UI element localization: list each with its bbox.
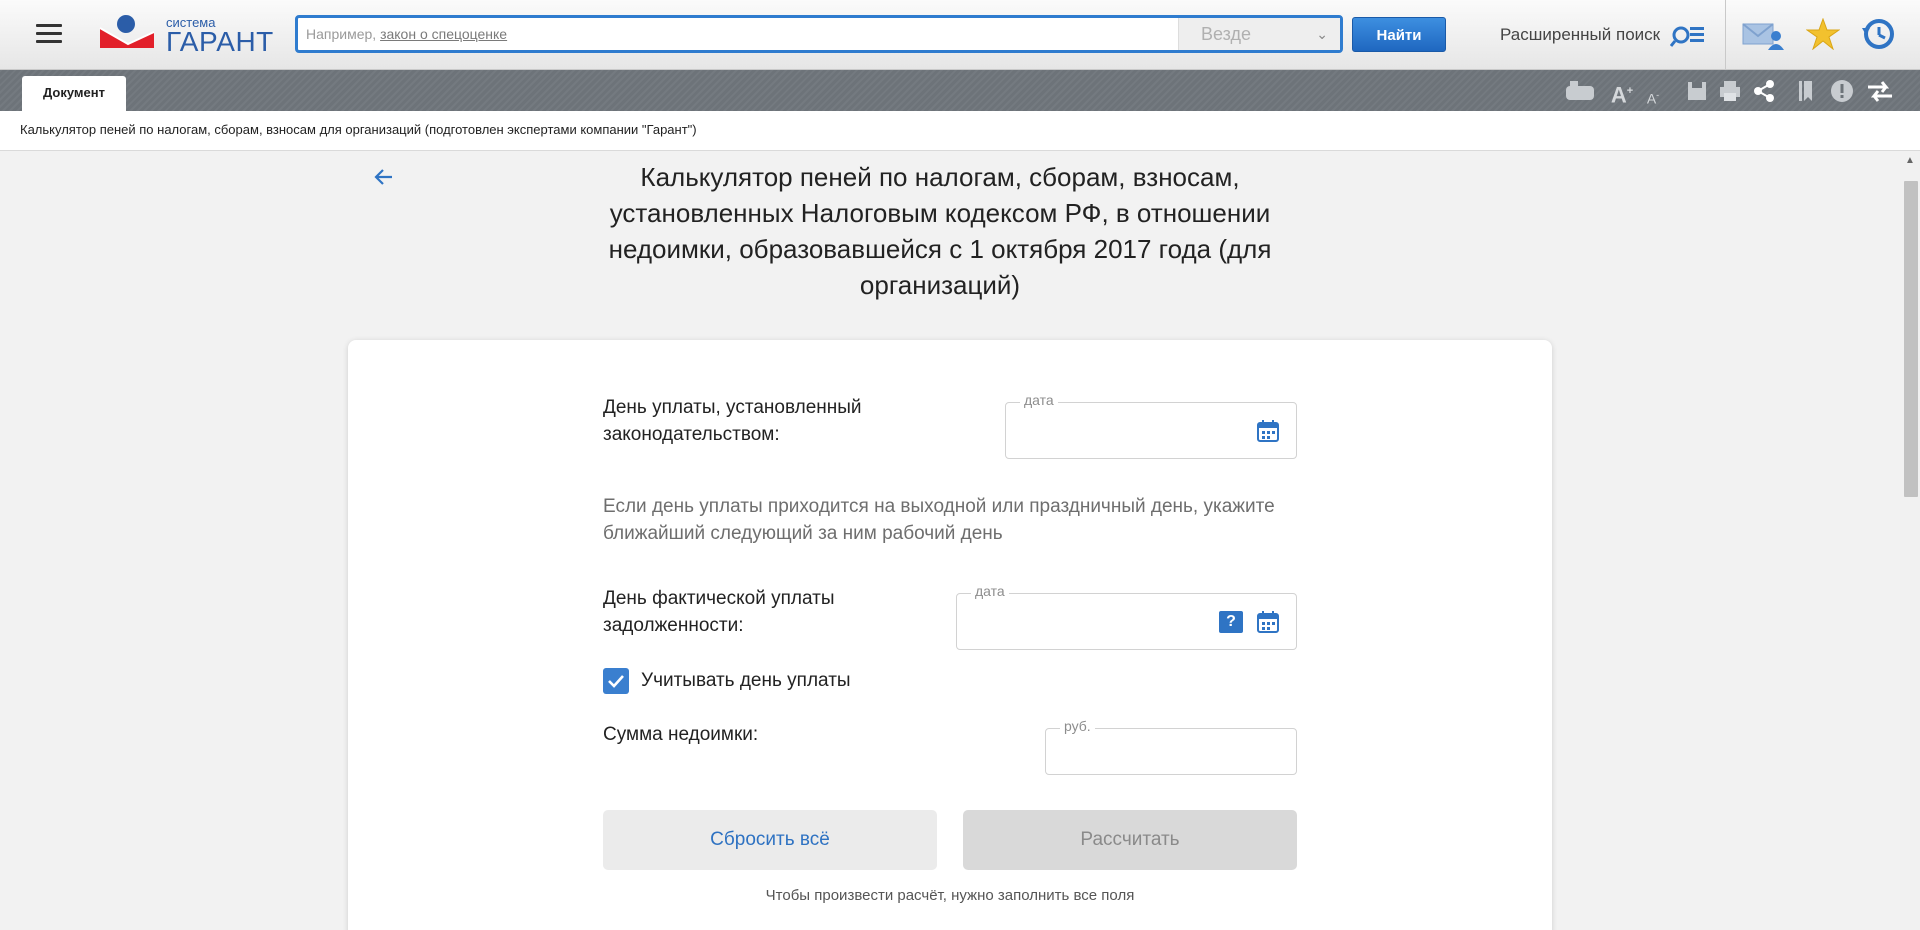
history-icon[interactable]	[1862, 18, 1896, 50]
back-arrow-icon[interactable]	[372, 165, 396, 189]
top-header: система ГАРАНТ Например, закон о спецоце…	[0, 0, 1920, 70]
advanced-search-icon[interactable]	[1670, 22, 1706, 48]
actual-date-label: День фактической уплаты задолженности:	[603, 588, 835, 636]
font-decrease-icon[interactable]: A-	[1642, 78, 1664, 107]
due-date-field[interactable]: дата	[1005, 392, 1297, 459]
calendar-icon[interactable]	[1256, 610, 1280, 634]
search-scope-value: Везде	[1201, 24, 1251, 44]
print-icon[interactable]	[1718, 78, 1742, 104]
compare-arrows-icon[interactable]	[1866, 78, 1894, 104]
arrears-field[interactable]: руб.	[1045, 718, 1297, 775]
include-pay-day-checkbox[interactable]	[603, 668, 629, 694]
chevron-down-icon: ⌄	[1316, 26, 1328, 42]
include-pay-day-label[interactable]: Учитывать день уплаты	[641, 667, 851, 694]
bookmark-icon[interactable]	[1796, 78, 1816, 104]
vertical-scrollbar[interactable]: ▲	[1900, 151, 1920, 930]
reset-all-button[interactable]: Сбросить всё	[603, 810, 937, 870]
search-scope-select[interactable]: Везде ⌄	[1178, 18, 1340, 50]
scroll-up-arrow-icon[interactable]: ▲	[1900, 151, 1920, 171]
favorites-star-icon[interactable]	[1806, 18, 1840, 50]
tab-document[interactable]: Документ	[22, 76, 126, 111]
mail-user-icon[interactable]	[1742, 20, 1784, 50]
share-icon[interactable]	[1752, 78, 1776, 104]
garant-logo-icon	[99, 15, 155, 48]
calculator-card: День уплаты, установленный законодательс…	[348, 340, 1552, 930]
document-title-bar: Калькулятор пеней по налогам, сборам, вз…	[0, 111, 1920, 151]
search-example-link[interactable]: закон о спецоценке	[380, 26, 507, 42]
arrears-label: Сумма недоимки:	[603, 724, 759, 745]
advanced-search-link[interactable]: Расширенный поиск	[1500, 22, 1660, 48]
help-icon[interactable]: ?	[1219, 611, 1243, 633]
menu-icon[interactable]	[36, 24, 62, 44]
search-placeholder-prefix: Например,	[306, 26, 381, 42]
font-increase-icon[interactable]: A+	[1608, 78, 1636, 107]
due-date-label: День уплаты, установленный законодательс…	[603, 397, 862, 445]
actual-date-field[interactable]: дата ?	[956, 583, 1297, 650]
find-button[interactable]: Найти	[1352, 17, 1446, 52]
actual-date-placeholder: дата	[971, 583, 1009, 599]
document-tabbar: Документ A+ A-	[0, 70, 1920, 111]
calculator-title: Калькулятор пеней по налогам, сборам, вз…	[608, 162, 1272, 300]
search-input[interactable]: Например, закон о спецоценке	[306, 18, 1166, 50]
header-divider	[1725, 0, 1726, 70]
garant-logo[interactable]: система ГАРАНТ	[98, 14, 273, 57]
warning-icon[interactable]	[1830, 78, 1854, 104]
due-date-hint: Если день уплаты приходится на выходной …	[603, 496, 1275, 544]
scrollbar-thumb[interactable]	[1904, 181, 1918, 497]
due-date-placeholder: дата	[1020, 392, 1058, 408]
abbreviation-icon[interactable]	[1565, 78, 1595, 104]
calculate-button[interactable]: Рассчитать	[963, 810, 1297, 870]
arrears-placeholder: руб.	[1060, 718, 1095, 734]
logo-big-text: ГАРАНТ	[166, 26, 274, 57]
search-box[interactable]: Например, закон о спецоценке Везде ⌄	[295, 15, 1343, 53]
fill-all-note: Чтобы произвести расчёт, нужно заполнить…	[765, 887, 1135, 904]
document-content: Калькулятор пеней по налогам, сборам, вз…	[0, 151, 1900, 930]
save-icon[interactable]	[1686, 78, 1708, 104]
checkmark-icon	[608, 675, 624, 688]
calendar-icon[interactable]	[1256, 419, 1280, 443]
